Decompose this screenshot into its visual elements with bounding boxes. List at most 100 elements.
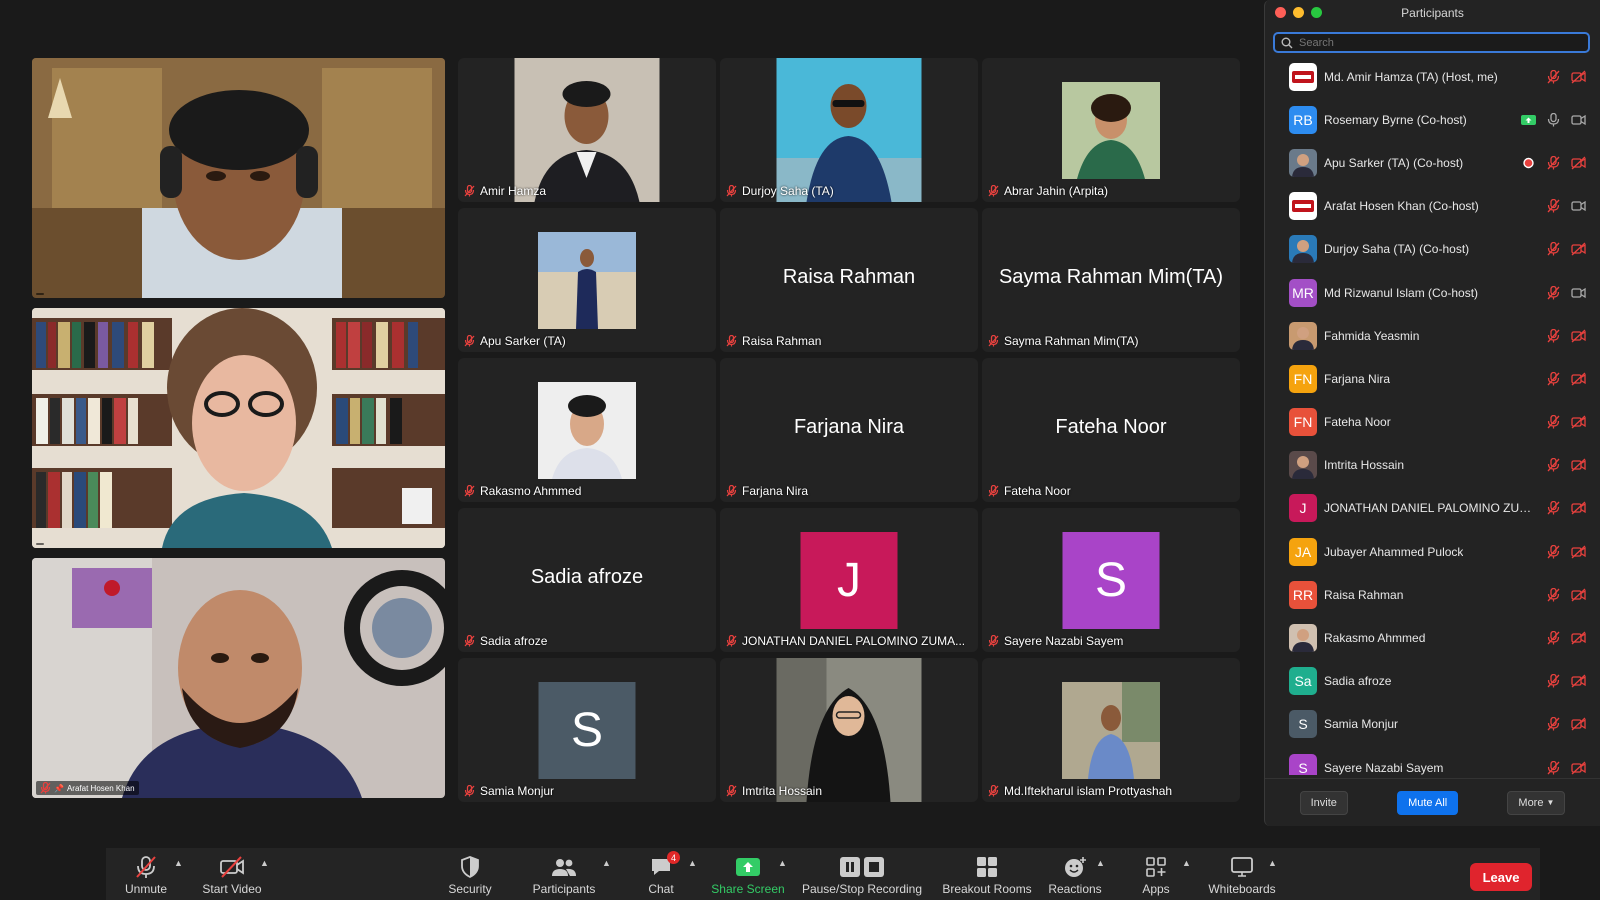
participant-row[interactable]: Durjoy Saha (TA) (Co-host): [1265, 228, 1600, 271]
video-options-caret[interactable]: ▲: [260, 858, 269, 868]
participant-row[interactable]: Md. Amir Hamza (TA) (Host, me): [1265, 55, 1600, 98]
participant-tile[interactable]: J JONATHAN DANIEL PALOMINO ZUMA...: [720, 508, 978, 652]
mic-muted-icon: [1546, 760, 1561, 775]
reactions-button[interactable]: Reactions: [1042, 848, 1108, 900]
speaker-video-3[interactable]: 📌 Arafat Hosen Khan: [32, 558, 445, 798]
audio-options-caret[interactable]: ▲: [174, 858, 183, 868]
participant-status-icons: [1546, 69, 1586, 84]
participant-status-icons: [1546, 717, 1586, 731]
participant-tile[interactable]: Sadia afroze Sadia afroze: [458, 508, 716, 652]
share-screen-button[interactable]: Share Screen: [710, 848, 786, 900]
speaker-video-2[interactable]: [32, 308, 445, 548]
participant-row[interactable]: RB Rosemary Byrne (Co-host): [1265, 98, 1600, 141]
chat-label: Chat: [648, 882, 674, 896]
zoom-window-button[interactable]: [1311, 7, 1322, 18]
start-video-button[interactable]: Start Video: [196, 848, 268, 900]
participant-row[interactable]: Rakasmo Ahmmed: [1265, 616, 1600, 659]
profile-photo-icon: [1292, 153, 1314, 177]
participant-list-name: Arafat Hosen Khan (Co-host): [1324, 199, 1479, 214]
whiteboards-button[interactable]: Whiteboards: [1206, 848, 1278, 900]
participant-list-avatar: RR: [1289, 580, 1317, 609]
security-button[interactable]: Security: [442, 848, 498, 900]
start-video-label: Start Video: [202, 882, 262, 896]
participant-row[interactable]: Apu Sarker (TA) (Co-host): [1265, 141, 1600, 184]
panel-title: Participants: [1401, 6, 1464, 20]
participant-tile[interactable]: Md.Iftekharul islam Prottyashah: [982, 658, 1240, 802]
microphone-muted-icon: [136, 856, 156, 878]
participant-video: [514, 58, 660, 202]
apps-options-caret[interactable]: ▲: [1182, 858, 1191, 868]
participant-status-icons: [1546, 760, 1586, 775]
camera-off-icon: [1571, 501, 1586, 515]
participant-row[interactable]: Fahmida Yeasmin: [1265, 314, 1600, 357]
participant-list-name: Md. Amir Hamza (TA) (Host, me): [1324, 69, 1498, 84]
participant-row[interactable]: FN Farjana Nira: [1265, 357, 1600, 400]
participants-options-caret[interactable]: ▲: [602, 858, 611, 868]
participant-tile[interactable]: Raisa Rahman Raisa Rahman: [720, 208, 978, 352]
chat-options-caret[interactable]: ▲: [688, 858, 697, 868]
participant-status-icons: [1546, 674, 1586, 688]
mic-muted-icon: [726, 785, 737, 797]
camera-off-icon: [1571, 415, 1586, 429]
chat-button[interactable]: 4 Chat: [638, 848, 684, 900]
mic-muted-icon: [1546, 242, 1561, 256]
participant-list-avatar: FN: [1289, 408, 1317, 437]
unmute-button[interactable]: Unmute: [118, 848, 174, 900]
more-button[interactable]: More ▼: [1507, 790, 1566, 815]
participant-tile[interactable]: Imtrita Hossain: [720, 658, 978, 802]
mic-muted-icon: [726, 185, 737, 197]
participant-tile-label: Sayere Nazabi Sayem: [988, 634, 1123, 648]
profile-photo-icon: [1292, 456, 1314, 480]
participant-tile[interactable]: Rakasmo Ahmmed: [458, 358, 716, 502]
participant-list-name: Apu Sarker (TA) (Co-host): [1324, 155, 1464, 170]
mic-muted-icon: [1546, 458, 1561, 472]
more-label: More: [1518, 796, 1544, 809]
participant-row[interactable]: S Samia Monjur: [1265, 703, 1600, 746]
participant-tile-label: Amir Hamza: [464, 184, 546, 198]
mic-muted-icon: [988, 785, 999, 797]
participant-tile[interactable]: Amir Hamza: [458, 58, 716, 202]
camera-off-icon: [1571, 458, 1586, 472]
invite-button[interactable]: Invite: [1299, 790, 1348, 815]
share-options-caret[interactable]: ▲: [778, 858, 787, 868]
close-window-button[interactable]: [1275, 7, 1286, 18]
participant-tile[interactable]: Farjana Nira Farjana Nira: [720, 358, 978, 502]
participant-tile[interactable]: Fateha Noor Fateha Noor: [982, 358, 1240, 502]
participant-tile[interactable]: S Sayere Nazabi Sayem: [982, 508, 1240, 652]
participant-name: Imtrita Hossain: [742, 784, 823, 798]
participant-row[interactable]: FN Fateha Noor: [1265, 401, 1600, 444]
participant-row[interactable]: JA Jubayer Ahammed Pulock: [1265, 530, 1600, 573]
participants-button[interactable]: Participants: [526, 848, 602, 900]
mic-muted-icon: [1546, 415, 1561, 429]
participant-tile[interactable]: Abrar Jahin (Arpita): [982, 58, 1240, 202]
participant-row[interactable]: Imtrita Hossain: [1265, 444, 1600, 487]
participant-list: Md. Amir Hamza (TA) (Host, me) RB Rosemary…: [1265, 55, 1600, 775]
whiteboard-icon: [1231, 857, 1253, 877]
participant-search[interactable]: [1273, 32, 1590, 53]
reactions-options-caret[interactable]: ▲: [1096, 858, 1105, 868]
participant-tile-label: Farjana Nira: [726, 484, 808, 498]
leave-button[interactable]: Leave: [1470, 863, 1532, 891]
participant-name: Sayma Rahman Mim(TA): [1004, 334, 1139, 348]
participant-tile[interactable]: Apu Sarker (TA): [458, 208, 716, 352]
mute-all-button[interactable]: Mute All: [1397, 790, 1459, 815]
participant-row[interactable]: RR Raisa Rahman: [1265, 573, 1600, 616]
participant-row[interactable]: J JONATHAN DANIEL PALOMINO ZUM...: [1265, 487, 1600, 530]
participant-tile[interactable]: S Samia Monjur: [458, 658, 716, 802]
participant-tile[interactable]: Sayma Rahman Mim(TA) Sayma Rahman Mim(TA): [982, 208, 1240, 352]
mic-muted-icon: [1546, 328, 1561, 343]
search-input[interactable]: [1299, 36, 1588, 49]
participant-name: Durjoy Saha (TA): [742, 184, 834, 198]
breakout-rooms-button[interactable]: Breakout Rooms: [940, 848, 1034, 900]
participant-row[interactable]: Arafat Hosen Khan (Co-host): [1265, 185, 1600, 228]
speaker-video-1[interactable]: [32, 58, 445, 298]
minimize-window-button[interactable]: [1293, 7, 1304, 18]
whiteboards-options-caret[interactable]: ▲: [1268, 858, 1277, 868]
participant-tile[interactable]: Durjoy Saha (TA): [720, 58, 978, 202]
apps-button[interactable]: Apps: [1136, 848, 1176, 900]
recording-button[interactable]: Pause/Stop Recording: [800, 848, 924, 900]
participant-row[interactable]: S Sayere Nazabi Sayem: [1265, 746, 1600, 775]
participant-row[interactable]: Sa Sadia afroze: [1265, 660, 1600, 703]
participant-list-name: Rakasmo Ahmmed: [1324, 631, 1426, 646]
participant-row[interactable]: MR Md Rizwanul Islam (Co-host): [1265, 271, 1600, 314]
